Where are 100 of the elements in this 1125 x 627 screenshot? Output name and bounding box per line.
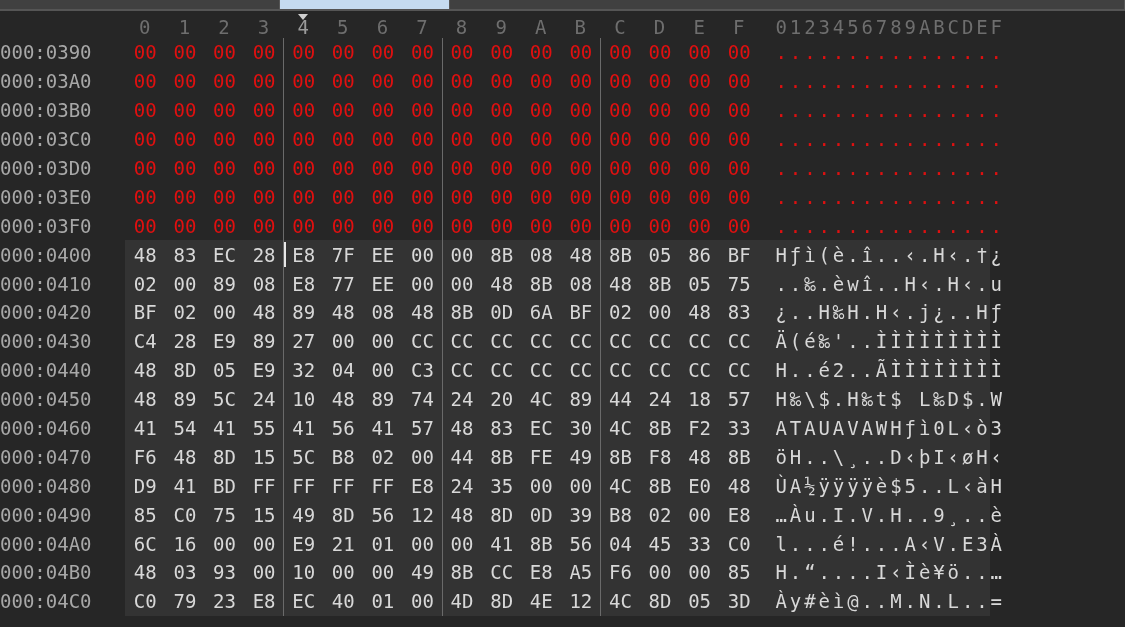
hex-byte[interactable]: 4C <box>600 586 640 616</box>
hex-byte[interactable]: 00 <box>679 500 719 530</box>
hex-byte[interactable]: BF <box>125 298 165 327</box>
hex-byte[interactable]: 93 <box>204 558 244 587</box>
hex-byte[interactable]: 16 <box>164 529 205 559</box>
hex-byte[interactable]: 0D <box>520 500 561 530</box>
hex-byte[interactable]: 56 <box>322 413 363 443</box>
hex-byte[interactable]: 75 <box>718 269 759 298</box>
hex-byte[interactable]: CC <box>560 355 601 385</box>
hex-byte[interactable]: 00 <box>322 326 363 356</box>
hex-byte[interactable]: 41 <box>125 413 165 443</box>
hex-byte[interactable]: 48 <box>125 384 165 414</box>
hex-byte[interactable]: 48 <box>322 298 363 327</box>
hex-byte[interactable]: 00 <box>402 269 442 298</box>
hex-byte[interactable]: 08 <box>560 269 601 298</box>
hex-byte[interactable]: F6 <box>125 442 165 472</box>
hex-byte[interactable]: 30 <box>560 413 601 443</box>
hex-byte[interactable]: 48 <box>322 384 363 414</box>
hex-byte[interactable]: 10 <box>283 558 323 587</box>
hex-byte[interactable]: 8D <box>481 586 521 616</box>
hex-byte[interactable]: FF <box>322 471 363 501</box>
hex-byte[interactable]: CC <box>639 326 680 356</box>
hex-byte[interactable]: 48 <box>125 558 165 587</box>
hex-byte[interactable]: 27 <box>283 326 323 356</box>
hex-byte[interactable]: BF <box>560 298 601 327</box>
hex-byte[interactable]: E8 <box>718 500 759 530</box>
hex-byte[interactable]: 8B <box>441 298 482 327</box>
hex-byte[interactable]: 8B <box>481 240 521 270</box>
hex-byte[interactable]: 48 <box>679 298 719 327</box>
hex-byte[interactable]: 83 <box>164 240 205 270</box>
hex-byte[interactable]: 8B <box>520 529 561 559</box>
hex-byte[interactable]: CC <box>679 326 719 356</box>
hex-byte[interactable]: 00 <box>204 298 244 327</box>
hex-byte[interactable]: 00 <box>560 471 601 501</box>
hex-byte[interactable]: 05 <box>679 269 719 298</box>
hex-byte[interactable]: E8 <box>520 558 561 587</box>
tab[interactable] <box>0 0 280 9</box>
tab[interactable] <box>450 0 1125 9</box>
hex-byte[interactable]: 00 <box>362 355 403 385</box>
hex-byte[interactable]: 00 <box>402 529 442 559</box>
hex-byte[interactable]: 89 <box>204 269 244 298</box>
hex-byte[interactable]: 79 <box>164 586 205 616</box>
hex-byte[interactable]: CC <box>639 355 680 385</box>
hex-byte[interactable]: 18 <box>679 384 719 414</box>
hex-byte[interactable]: 89 <box>283 298 323 327</box>
hex-byte[interactable]: 48 <box>679 442 719 472</box>
hex-byte[interactable]: 89 <box>164 384 205 414</box>
hex-byte[interactable]: 77 <box>322 269 363 298</box>
hex-byte[interactable]: 00 <box>362 326 403 356</box>
hex-byte[interactable]: 8D <box>204 442 244 472</box>
hex-byte[interactable]: 00 <box>322 558 363 587</box>
hex-byte[interactable]: 55 <box>243 413 284 443</box>
hex-byte[interactable]: 8B <box>520 269 561 298</box>
hex-byte[interactable]: 0D <box>481 298 521 327</box>
hex-byte[interactable]: 57 <box>402 413 442 443</box>
hex-byte[interactable]: 02 <box>362 442 403 472</box>
hex-byte[interactable]: CC <box>560 326 601 356</box>
hex-byte[interactable]: E9 <box>204 326 244 356</box>
hex-byte[interactable]: 8B <box>481 442 521 472</box>
hex-byte[interactable]: 49 <box>402 558 442 587</box>
hex-byte[interactable]: E8 <box>243 586 284 616</box>
hex-byte[interactable]: FF <box>362 471 403 501</box>
hex-byte[interactable]: CC <box>441 355 482 385</box>
hex-byte[interactable]: 10 <box>283 384 323 414</box>
hex-byte[interactable]: F6 <box>600 558 640 587</box>
hex-byte[interactable]: 74 <box>402 384 442 414</box>
hex-byte[interactable]: 48 <box>125 240 165 270</box>
hex-byte[interactable]: 6A <box>520 298 561 327</box>
hex-byte[interactable]: 48 <box>402 298 442 327</box>
hex-byte[interactable]: A5 <box>560 558 601 587</box>
hex-byte[interactable]: 8B <box>639 269 680 298</box>
hex-byte[interactable]: 28 <box>164 326 205 356</box>
hex-byte[interactable]: 41 <box>362 413 403 443</box>
hex-byte[interactable]: EE <box>362 240 403 270</box>
hex-byte[interactable]: 00 <box>639 558 680 587</box>
hex-byte[interactable]: 89 <box>243 326 284 356</box>
hex-byte[interactable]: 89 <box>362 384 403 414</box>
hex-byte[interactable]: 00 <box>204 529 244 559</box>
hex-byte[interactable]: 49 <box>560 442 601 472</box>
hex-byte[interactable]: 20 <box>481 384 521 414</box>
hex-byte[interactable]: EC <box>520 413 561 443</box>
hex-byte[interactable]: E8 <box>402 471 442 501</box>
hex-byte[interactable]: 85 <box>125 500 165 530</box>
hex-byte[interactable]: BD <box>204 471 244 501</box>
hex-byte[interactable]: 12 <box>560 586 601 616</box>
hex-byte[interactable]: 02 <box>164 298 205 327</box>
hex-byte[interactable]: B8 <box>322 442 363 472</box>
hex-byte[interactable]: CC <box>600 326 640 356</box>
hex-byte[interactable]: CC <box>718 355 759 385</box>
hex-byte[interactable]: 45 <box>639 529 680 559</box>
hex-byte[interactable]: 7F <box>322 240 363 270</box>
hex-byte[interactable]: 24 <box>441 384 482 414</box>
hex-byte[interactable]: 8D <box>639 586 680 616</box>
hex-byte[interactable]: 08 <box>362 298 403 327</box>
hex-byte[interactable]: 44 <box>600 384 640 414</box>
hex-byte[interactable]: EC <box>204 240 244 270</box>
hex-byte[interactable]: CC <box>600 355 640 385</box>
hex-byte[interactable]: 4E <box>520 586 561 616</box>
hex-byte[interactable]: 4D <box>441 586 482 616</box>
hex-byte[interactable]: 75 <box>204 500 244 530</box>
